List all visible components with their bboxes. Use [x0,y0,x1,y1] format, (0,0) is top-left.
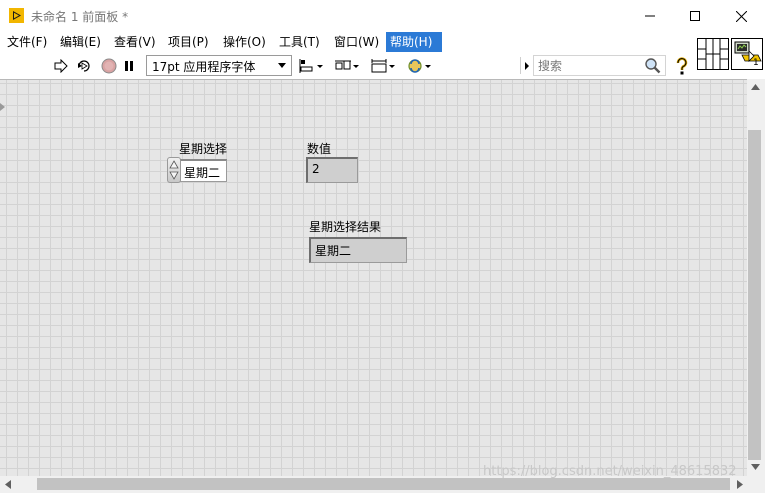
menu-view[interactable]: 查看(V) [110,32,160,52]
watermark: https://blog.csdn.net/weixin_48615832 [483,464,737,479]
maximize-icon [690,11,700,21]
scroll-right-icon [737,480,743,489]
connector-grid-icon [698,39,728,69]
run-continuously-icon [78,59,90,72]
abort-icon [101,58,117,73]
panel-divider [0,79,747,80]
numeric-indicator: 2 [306,157,358,183]
resize-objects-button[interactable] [369,55,399,76]
search-input[interactable] [538,57,638,74]
chevron-right-icon [525,62,529,70]
run-arrow-icon [54,58,68,73]
window-title: 未命名 1 前面板 * [31,10,129,24]
scroll-up-icon [751,84,760,90]
result-indicator-value: 星期二 [315,244,352,258]
vertical-scroll-thumb[interactable] [748,130,761,460]
result-indicator-label: 星期选择结果 [309,220,382,234]
menu-project[interactable]: 项目(P) [164,32,213,52]
reorder-button[interactable] [405,55,435,76]
close-icon [735,10,747,22]
maximize-button[interactable] [672,0,718,32]
reorder-icon [408,58,431,73]
menu-help[interactable]: 帮助(H) [386,32,442,52]
numeric-indicator-label: 数值 [307,142,332,156]
abort-button[interactable] [99,55,119,76]
panel-origin-marker-icon [0,103,5,111]
weekday-ring-label: 星期选择 [179,142,228,156]
numeric-indicator-value: 2 [312,162,320,176]
ring-increment-decrement[interactable] [167,157,181,183]
search-icon [644,58,660,74]
distribute-icon [335,60,359,69]
vi-icon-number: 1 [753,58,759,68]
chevron-down-icon [278,63,286,68]
connector-pane[interactable] [697,38,729,70]
menu-edit[interactable]: 编辑(E) [56,32,105,52]
distribute-objects-button[interactable] [333,55,363,76]
menu-bar: 文件(F) 编辑(E) 查看(V) 项目(P) 操作(O) 工具(T) 窗口(W… [0,32,692,52]
weekday-ring-field[interactable]: 星期二 [180,159,227,182]
toolbar-separator [520,57,521,74]
minimize-icon [645,15,655,17]
run-button[interactable] [52,55,70,76]
font-setting-dropdown[interactable]: 17pt 应用程序字体 [146,55,292,76]
title-bar: 未命名 1 前面板 * [0,0,765,32]
menu-file[interactable]: 文件(F) [3,32,51,52]
menu-tools[interactable]: 工具(T) [275,32,324,52]
weekday-ring-value: 星期二 [184,166,221,180]
font-setting-value: 17pt 应用程序字体 [152,60,256,74]
help-icon [676,56,688,74]
toolbar: 17pt 应用程序字体 [0,52,692,79]
context-help-button[interactable] [672,55,692,76]
result-indicator: 星期二 [309,237,407,263]
run-continuously-button[interactable] [74,55,94,76]
close-button[interactable] [718,0,764,32]
vi-icon[interactable]: 1 [731,38,763,70]
align-icon [299,58,323,73]
labview-app-icon [9,8,24,23]
minimize-button[interactable] [627,0,673,32]
horizontal-scroll-thumb[interactable] [37,478,730,490]
front-panel[interactable] [0,79,747,476]
scroll-left-icon [5,480,11,489]
pause-button[interactable] [121,55,137,76]
align-objects-button[interactable] [297,55,327,76]
up-down-arrows-icon [169,160,179,180]
scroll-down-icon [751,464,760,470]
resize-icon [371,58,395,72]
search-button[interactable] [641,55,663,76]
weekday-ring-control[interactable]: 星期二 [167,157,228,183]
menu-operate[interactable]: 操作(O) [219,32,270,52]
pause-icon [125,60,133,71]
menu-window[interactable]: 窗口(W) [330,32,383,52]
